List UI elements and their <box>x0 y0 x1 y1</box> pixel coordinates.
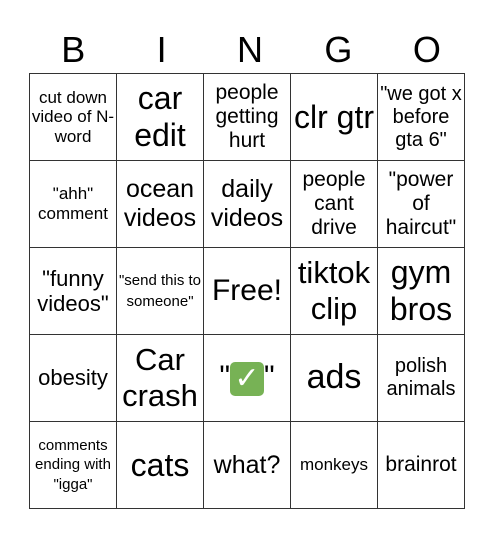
bingo-cell[interactable]: people getting hurt <box>203 73 291 161</box>
bingo-cell[interactable]: monkeys <box>290 421 378 509</box>
header-letter-g: G <box>324 29 353 70</box>
quote-open: " <box>219 360 230 394</box>
bingo-cell[interactable]: obesity <box>29 334 117 422</box>
grid-row: "ahh" comment ocean videos daily videos … <box>29 160 465 248</box>
bingo-cell[interactable]: "we got x before gta 6" <box>377 73 465 161</box>
bingo-cell[interactable]: "power of haircut" <box>377 160 465 248</box>
check-mark-button-icon: ✓ <box>230 361 264 396</box>
grid-row: comments ending with "igga" cats what? m… <box>29 421 465 509</box>
bingo-cell[interactable]: tiktok clip <box>290 247 378 335</box>
bingo-cell[interactable]: cut down video of N-word <box>29 73 117 161</box>
bingo-cell[interactable]: ads <box>290 334 378 422</box>
bingo-cell[interactable]: car edit <box>116 73 204 161</box>
bingo-cell[interactable]: "ahh" comment <box>29 160 117 248</box>
bingo-cell[interactable]: gym bros <box>377 247 465 335</box>
grid-row: "funny videos" "send this to someone" Fr… <box>29 247 465 335</box>
free-space-cell[interactable]: Free! <box>203 247 291 335</box>
header-letter-o: O <box>412 29 441 70</box>
header-letter-n: N <box>237 29 264 70</box>
bingo-cell[interactable]: clr gtr <box>290 73 378 161</box>
bingo-cell-checkmark[interactable]: " ✓ " <box>203 334 291 422</box>
grid-row: obesity Car crash " ✓ " ads polish animals <box>29 334 465 422</box>
quote-close: " <box>264 360 275 394</box>
bingo-cell[interactable]: people cant drive <box>290 160 378 248</box>
bingo-header: B I N G O <box>29 28 471 72</box>
bingo-cell[interactable]: ocean videos <box>116 160 204 248</box>
grid-row: cut down video of N-word car edit people… <box>29 73 465 161</box>
bingo-cell[interactable]: polish animals <box>377 334 465 422</box>
bingo-cell[interactable]: "funny videos" <box>29 247 117 335</box>
bingo-cell[interactable]: comments ending with "igga" <box>29 421 117 509</box>
bingo-cell[interactable]: cats <box>116 421 204 509</box>
bingo-cell[interactable]: Car crash <box>116 334 204 422</box>
bingo-grid: cut down video of N-word car edit people… <box>29 73 465 509</box>
header-letter-b: B <box>61 29 86 70</box>
bingo-cell[interactable]: daily videos <box>203 160 291 248</box>
bingo-cell[interactable]: what? <box>203 421 291 509</box>
bingo-cell[interactable]: brainrot <box>377 421 465 509</box>
bingo-cell[interactable]: "send this to someone" <box>116 247 204 335</box>
header-letter-i: I <box>156 29 167 70</box>
